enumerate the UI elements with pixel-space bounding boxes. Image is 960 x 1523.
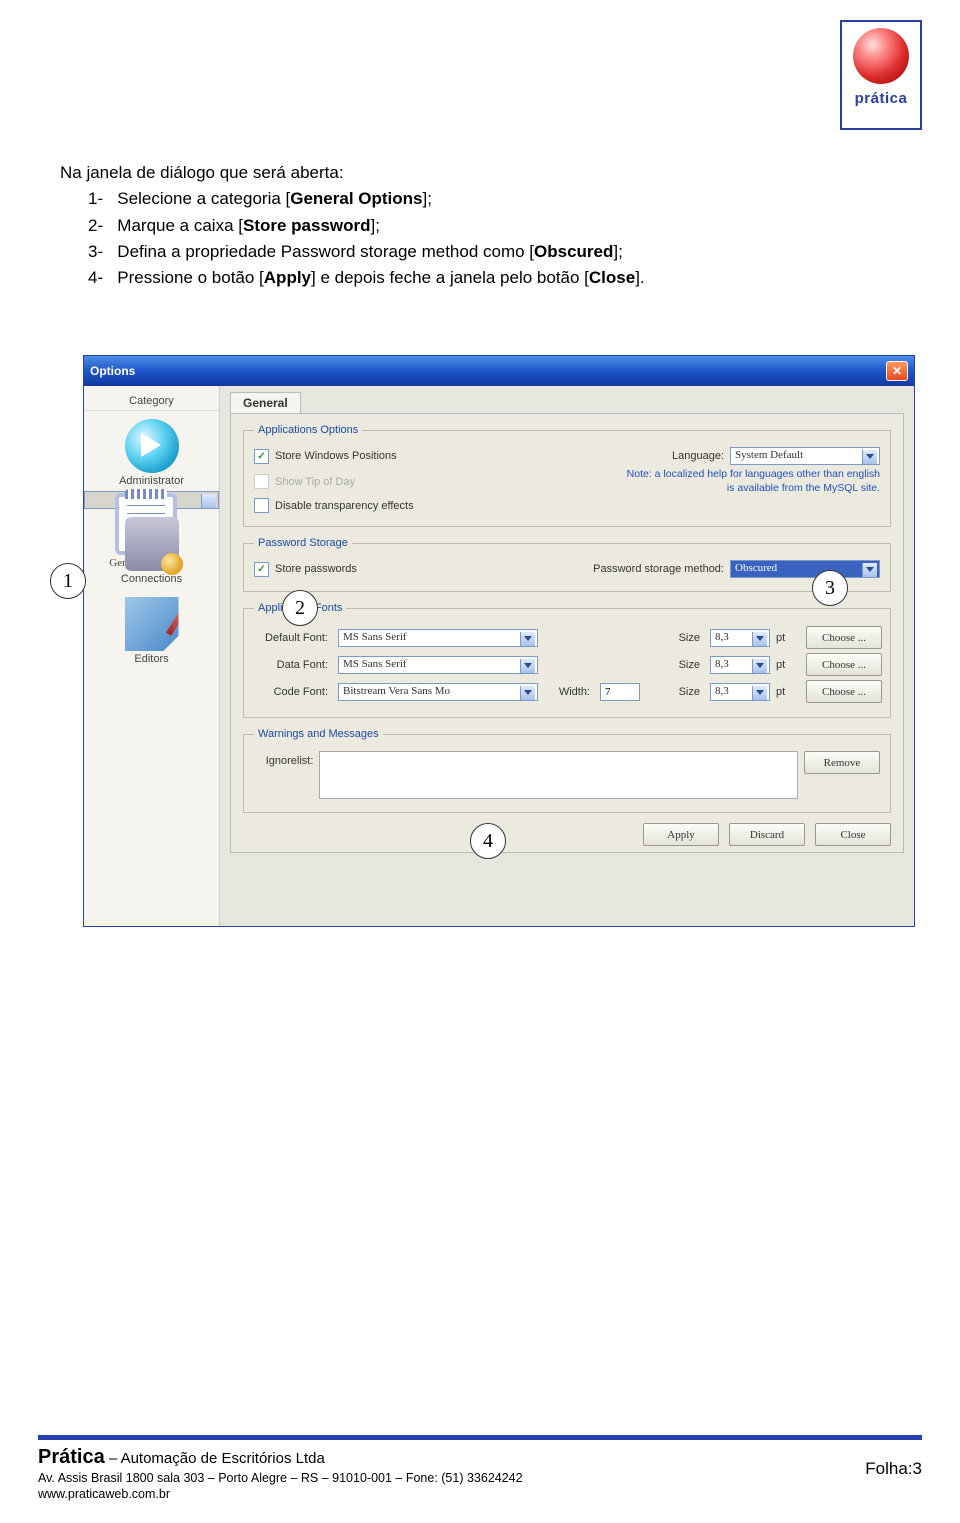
default-font-size[interactable]: 8,3 [710, 629, 770, 647]
code-font-size[interactable]: 8,3 [710, 683, 770, 701]
sidebar-item-editors[interactable]: Editors [84, 589, 219, 669]
titlebar: Options ✕ [84, 356, 914, 386]
tab-general[interactable]: General [230, 392, 301, 413]
sidebar-item-connections[interactable]: Connections [84, 509, 219, 589]
instr-4: 4- Pressione o botão [Apply] e depois fe… [60, 265, 645, 291]
brand-text: prática [855, 90, 908, 107]
code-font-choose-button[interactable]: Choose ... [806, 680, 882, 703]
code-font-width-input[interactable] [600, 683, 640, 701]
instr-opening: Na janela de diálogo que será aberta: [60, 160, 645, 186]
store-passwords-label: Store passwords [275, 563, 357, 575]
page-footer: Prática – Automação de Escritórios Ltda … [0, 1435, 960, 1523]
warnings-legend: Warnings and Messages [254, 728, 383, 740]
close-button[interactable]: Close [815, 823, 891, 846]
font-row-default: Default Font: MS Sans Serif Size 8,3 pt … [254, 626, 880, 649]
connections-icon [125, 517, 179, 571]
password-storage-legend: Password Storage [254, 537, 352, 549]
password-method-select[interactable]: Obscured [730, 560, 880, 578]
show-tip-label: Show Tip of Day [275, 476, 355, 488]
dialog-button-row: Apply Discard Close [243, 823, 891, 846]
language-note: Note: a localized help for languages oth… [620, 468, 880, 495]
editors-icon [125, 597, 179, 651]
sidebar-item-administrator[interactable]: Administrator [84, 411, 219, 491]
font-row-data: Data Font: MS Sans Serif Size 8,3 pt Cho… [254, 653, 880, 676]
apply-button[interactable]: Apply [643, 823, 719, 846]
warnings-messages-group: Warnings and Messages Ignorelist: Remove [243, 728, 891, 813]
category-sidebar: Category Administrator General Options C… [84, 386, 220, 926]
code-font-select[interactable]: Bitstream Vera Sans Mo [338, 683, 538, 701]
instr-3: 3- Defina a propriedade Password storage… [60, 239, 645, 265]
ignorelist-label: Ignorelist: [254, 751, 313, 767]
main-panel: General Applications Options ✓ Store Win… [220, 386, 914, 926]
data-font-choose-button[interactable]: Choose ... [806, 653, 882, 676]
data-font-select[interactable]: MS Sans Serif [338, 656, 538, 674]
footer-company: Prática – Automação de Escritórios Ltda [38, 1446, 922, 1469]
disable-transparency-checkbox[interactable] [254, 498, 269, 513]
applications-options-group: Applications Options ✓ Store Windows Pos… [243, 424, 891, 527]
callout-3: 3 [812, 570, 848, 606]
sidebar-item-general-options[interactable]: General Options [84, 491, 219, 509]
data-font-size[interactable]: 8,3 [710, 656, 770, 674]
instr-1: 1- Selecione a categoria [General Option… [60, 186, 645, 212]
footer-url: www.praticaweb.com.br [38, 1487, 922, 1501]
ignorelist-box[interactable] [319, 751, 798, 799]
language-select[interactable]: System Default [730, 447, 880, 465]
brand-logo: prática [840, 20, 922, 130]
store-passwords-checkbox[interactable]: ✓ [254, 562, 269, 577]
disable-transparency-label: Disable transparency effects [275, 500, 414, 512]
default-font-select[interactable]: MS Sans Serif [338, 629, 538, 647]
store-windows-positions-label: Store Windows Positions [275, 450, 397, 462]
instructions-block: Na janela de diálogo que será aberta: 1-… [60, 160, 645, 292]
callout-4: 4 [470, 823, 506, 859]
language-label: Language: [672, 450, 724, 462]
callout-1: 1 [50, 563, 86, 599]
page-number: Folha:3 [865, 1459, 922, 1479]
sidebar-header: Category [84, 392, 219, 411]
app-options-legend: Applications Options [254, 424, 362, 436]
window-close-button[interactable]: ✕ [886, 361, 908, 381]
discard-button[interactable]: Discard [729, 823, 805, 846]
password-method-label: Password storage method: [593, 563, 724, 575]
remove-button[interactable]: Remove [804, 751, 880, 774]
application-fonts-group: Application Fonts Default Font: MS Sans … [243, 602, 891, 718]
callout-2: 2 [282, 590, 318, 626]
password-storage-group: Password Storage ✓ Store passwords Passw… [243, 537, 891, 592]
sphere-icon [853, 28, 909, 84]
footer-address: Av. Assis Brasil 1800 sala 303 – Porto A… [38, 1471, 922, 1485]
footer-rule [38, 1435, 922, 1440]
font-row-code: Code Font: Bitstream Vera Sans Mo Width:… [254, 680, 880, 703]
instr-2: 2- Marque a caixa [Store password]; [60, 213, 645, 239]
store-windows-positions-checkbox[interactable]: ✓ [254, 449, 269, 464]
administrator-icon [125, 419, 179, 473]
show-tip-checkbox [254, 474, 269, 489]
dialog-title: Options [90, 364, 886, 378]
default-font-choose-button[interactable]: Choose ... [806, 626, 882, 649]
